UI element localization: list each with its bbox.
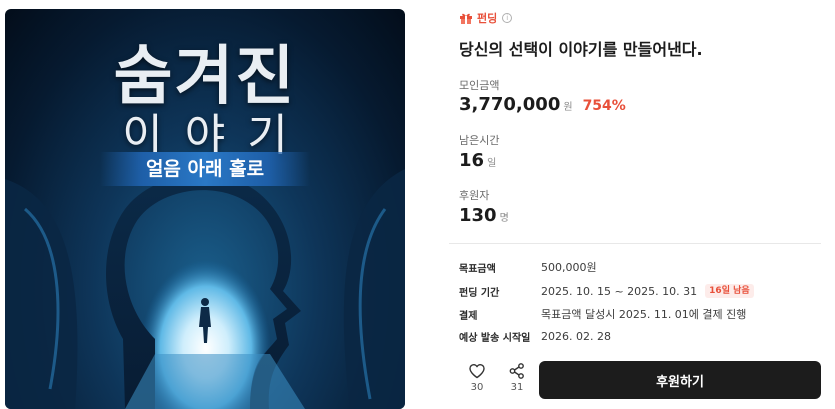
remaining-value: 16 bbox=[459, 150, 485, 171]
remaining-unit: 일 bbox=[487, 158, 497, 169]
category-tag: 펀딩 i bbox=[459, 9, 513, 27]
share-button[interactable]: 31 bbox=[503, 362, 531, 393]
like-count: 30 bbox=[470, 382, 484, 393]
share-count: 31 bbox=[510, 382, 524, 393]
backers-count: 130 명 bbox=[459, 205, 509, 226]
category-label: 펀딩 bbox=[477, 12, 498, 25]
raised-label: 모인금액 bbox=[459, 79, 500, 92]
days-left-badge: 16일 남음 bbox=[705, 284, 754, 298]
detail-row-shipping: 예상 발송 시작일 2026. 02. 28 bbox=[459, 328, 611, 344]
detail-value: 2026. 02. 28 bbox=[541, 329, 611, 343]
project-poster: 숨겨진 이야기 얼음 아래 홀로 bbox=[5, 9, 405, 409]
detail-value: 500,000원 bbox=[541, 261, 597, 274]
raised-unit: 원 bbox=[563, 102, 573, 113]
poster-banner: 얼음 아래 홀로 bbox=[100, 152, 310, 186]
heart-icon bbox=[469, 364, 485, 379]
remaining-label: 남은시간 bbox=[459, 134, 500, 147]
detail-row-period: 펀딩 기간 2025. 10. 15 ~ 2025. 10. 31 16일 남음 bbox=[459, 283, 754, 299]
gift-icon bbox=[460, 13, 472, 24]
raised-amount: 3,770,000 원 754% bbox=[459, 94, 626, 115]
raised-value: 3,770,000 bbox=[459, 94, 561, 115]
achievement-percent: 754% bbox=[582, 98, 626, 114]
detail-key: 펀딩 기간 bbox=[459, 287, 500, 299]
like-button[interactable]: 30 bbox=[463, 362, 491, 393]
detail-value: 목표금액 달성시 2025. 11. 01에 결제 진행 bbox=[541, 308, 747, 321]
project-headline: 당신의 선택이 이야기를 만들어낸다. bbox=[459, 40, 703, 59]
backers-label: 후원자 bbox=[459, 189, 490, 202]
remaining-time: 16 일 bbox=[459, 150, 496, 171]
backers-value: 130 bbox=[459, 205, 497, 226]
detail-row-goal: 목표금액 500,000원 bbox=[459, 259, 597, 275]
share-icon bbox=[509, 363, 524, 379]
detail-row-payment: 결제 목표금액 달성시 2025. 11. 01에 결제 진행 bbox=[459, 306, 746, 322]
detail-key: 예상 발송 시작일 bbox=[459, 332, 531, 344]
detail-key: 결제 bbox=[459, 310, 478, 322]
divider bbox=[449, 243, 821, 244]
info-icon[interactable]: i bbox=[502, 13, 513, 23]
detail-value: 2025. 10. 15 ~ 2025. 10. 31 bbox=[541, 284, 698, 298]
detail-key: 목표금액 bbox=[459, 263, 496, 275]
backers-unit: 명 bbox=[499, 213, 509, 224]
support-button[interactable]: 후원하기 bbox=[539, 361, 821, 399]
